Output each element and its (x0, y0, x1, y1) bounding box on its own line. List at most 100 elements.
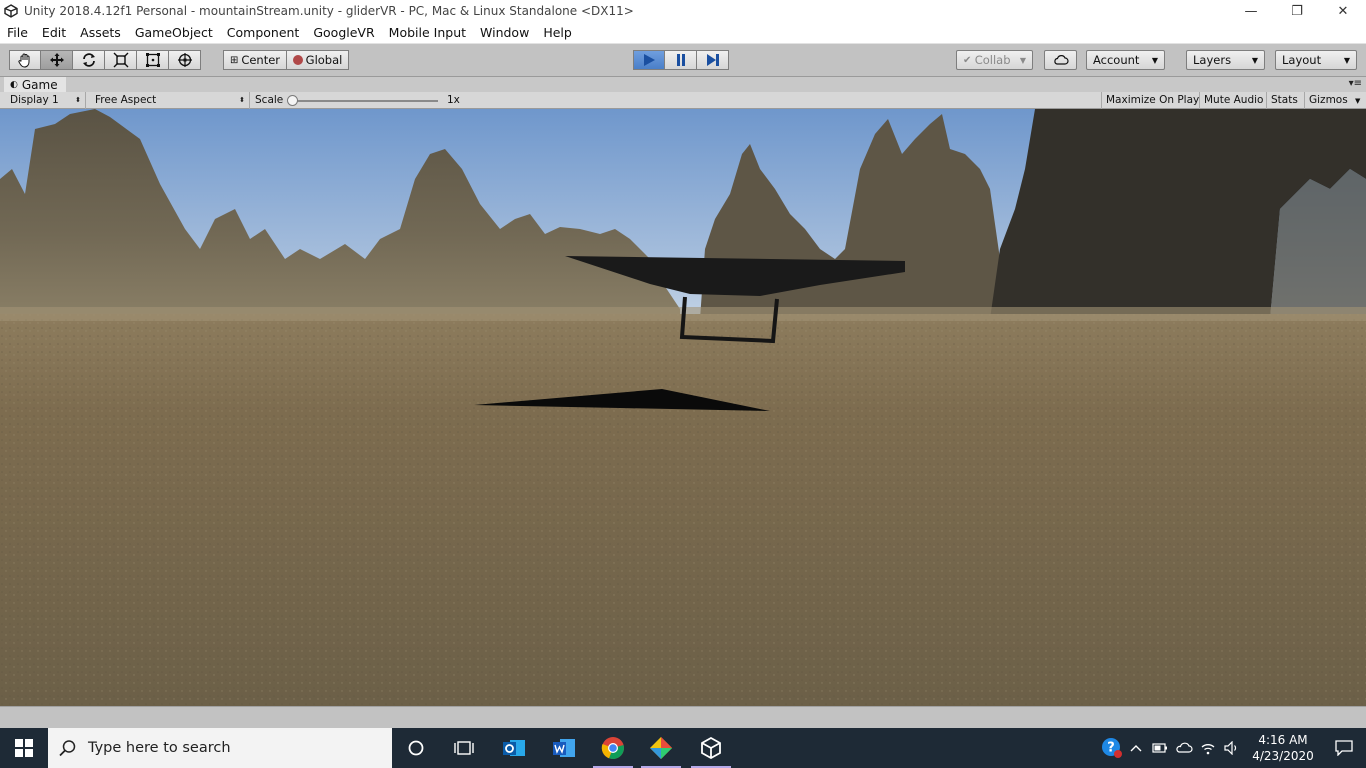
layers-dropdown[interactable]: Layers ▼ (1186, 50, 1265, 70)
pivot-mode-button[interactable]: ⊞ Center (223, 50, 287, 70)
pivot-rotation-button[interactable]: Global (287, 50, 349, 70)
chevron-up-icon[interactable] (1124, 728, 1148, 768)
start-button[interactable] (0, 728, 48, 768)
menu-googlevr[interactable]: GoogleVR (306, 22, 381, 43)
onedrive-cloud-icon[interactable] (1172, 728, 1196, 768)
wifi-icon[interactable] (1196, 728, 1220, 768)
volume-icon[interactable] (1220, 728, 1244, 768)
window-title: Unity 2018.4.12f1 Personal - mountainStr… (24, 4, 634, 18)
game-view[interactable] (0, 109, 1366, 706)
transform-tool-button[interactable] (169, 50, 201, 70)
clock[interactable]: 4:16 AM 4/23/2020 (1244, 732, 1322, 764)
search-placeholder: Type here to search (88, 740, 231, 756)
menu-gameobject[interactable]: GameObject (128, 22, 220, 43)
restore-button[interactable]: ❐ (1274, 0, 1320, 22)
pause-button[interactable] (665, 50, 697, 70)
gizmos-dropdown[interactable]: Gizmos ▼ (1304, 92, 1362, 109)
scale-slider-track[interactable] (290, 100, 438, 102)
step-icon (706, 54, 719, 66)
title-bar: Unity 2018.4.12f1 Personal - mountainStr… (0, 0, 1366, 22)
word-icon (553, 739, 575, 757)
game-scene (0, 109, 1366, 706)
pivot-controls: ⊞ Center Global (223, 50, 349, 70)
chrome-app[interactable] (589, 728, 637, 768)
clock-date: 4/23/2020 (1252, 749, 1314, 763)
cloud-services-button[interactable] (1044, 50, 1077, 70)
notification-icon (1335, 740, 1353, 756)
unity-app[interactable] (687, 728, 735, 768)
svg-text:?: ? (1107, 741, 1115, 756)
task-view-button[interactable] (440, 728, 488, 768)
scale-icon (113, 52, 128, 68)
cortana-button[interactable] (392, 728, 440, 768)
aspect-dropdown[interactable]: Free Aspect ⬍ (89, 92, 250, 109)
check-icon: ✔ (963, 54, 972, 66)
scale-slider-thumb[interactable] (287, 95, 298, 106)
menu-mobile-input[interactable]: Mobile Input (382, 22, 473, 43)
rect-tool-button[interactable] (137, 50, 169, 70)
layout-group: Layout ▼ (1275, 50, 1357, 70)
step-button[interactable] (697, 50, 729, 70)
scale-tool-button[interactable] (105, 50, 137, 70)
pivot-mode-label: Center (241, 53, 281, 67)
rotate-tool-button[interactable] (73, 50, 105, 70)
menu-file[interactable]: File (0, 22, 35, 43)
close-button[interactable]: ✕ (1320, 0, 1366, 22)
menu-help[interactable]: Help (536, 22, 579, 43)
windows-taskbar: Type here to search ? 4:16 AM 4/23/2020 (0, 728, 1366, 768)
help-notification-icon[interactable]: ? (1100, 728, 1124, 768)
layout-dropdown[interactable]: Layout ▼ (1275, 50, 1357, 70)
search-icon (48, 739, 88, 757)
menu-edit[interactable]: Edit (35, 22, 73, 43)
taskbar-search-box[interactable]: Type here to search (48, 728, 392, 768)
display-dropdown[interactable]: Display 1 ⬍ (4, 92, 86, 109)
aspect-label: Free Aspect (95, 94, 157, 106)
tab-menu-icon[interactable]: ▾≡ (1349, 78, 1362, 89)
updown-arrow-icon: ⬍ (239, 96, 245, 104)
move-tool-button[interactable] (41, 50, 73, 70)
menu-bar: File Edit Assets GameObject Component Go… (0, 22, 1366, 43)
scale-value: 1x (447, 94, 460, 106)
transform-tools (9, 50, 201, 70)
layout-label: Layout (1282, 53, 1322, 67)
unity-logo-icon (0, 0, 22, 22)
gizmos-label: Gizmos (1309, 94, 1348, 106)
maximize-on-play-toggle[interactable]: Maximize On Play (1101, 92, 1203, 109)
chevron-down-icon: ▼ (1251, 55, 1258, 65)
git-app[interactable] (637, 728, 685, 768)
battery-icon[interactable] (1148, 728, 1172, 768)
globe-icon (292, 55, 303, 65)
chevron-down-icon: ▼ (1151, 55, 1158, 65)
account-dropdown[interactable]: Account ▼ (1086, 50, 1165, 70)
combined-transform-icon (177, 53, 192, 67)
minimize-button[interactable]: — (1228, 0, 1274, 22)
menu-assets[interactable]: Assets (73, 22, 128, 43)
play-button[interactable] (633, 50, 665, 70)
account-label: Account (1093, 53, 1140, 67)
menu-component[interactable]: Component (220, 22, 307, 43)
menu-window[interactable]: Window (473, 22, 536, 43)
word-app[interactable] (540, 728, 588, 768)
hand-tool-button[interactable] (9, 50, 41, 70)
play-controls (633, 50, 729, 70)
chevron-down-icon: ▼ (1355, 97, 1361, 105)
mute-audio-toggle[interactable]: Mute Audio (1199, 92, 1267, 109)
system-tray: ? 4:16 AM 4/23/2020 (1100, 728, 1366, 768)
chevron-down-icon: ▼ (1019, 55, 1026, 65)
collab-label: Collab (974, 53, 1011, 67)
clock-time: 4:16 AM (1258, 733, 1308, 747)
outlook-app[interactable] (490, 728, 538, 768)
action-center-button[interactable] (1322, 728, 1366, 768)
cortana-circle-icon (408, 740, 424, 756)
toolbar: ⊞ Center Global ✔ Collab ▼ Account ▼ Lay… (0, 43, 1366, 76)
cloud-icon (1053, 55, 1069, 65)
windows-logo-icon (15, 739, 33, 757)
collab-button[interactable]: ✔ Collab ▼ (956, 50, 1033, 70)
layers-group: Layers ▼ (1186, 50, 1265, 70)
tab-game[interactable]: ◐ Game (4, 77, 66, 93)
collab-group: ✔ Collab ▼ (956, 50, 1033, 70)
chrome-icon (601, 737, 624, 760)
stats-toggle[interactable]: Stats (1266, 92, 1302, 109)
pivot-center-icon: ⊞ (229, 54, 239, 66)
rotate-icon (82, 53, 95, 67)
